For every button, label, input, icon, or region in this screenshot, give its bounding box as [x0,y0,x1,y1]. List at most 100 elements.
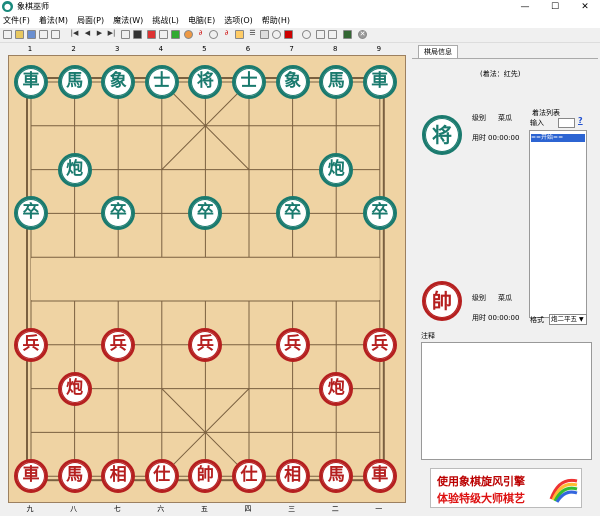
ruler-label: 六 [157,505,165,513]
notes-label: 注释 [421,332,435,340]
copy-icon[interactable] [39,30,48,39]
ruler-label: 七 [113,505,121,513]
menu-file[interactable]: 文件(F) [0,14,36,28]
red-level-label: 级别 [472,294,486,302]
list-icon[interactable]: ☰ [248,30,257,39]
green-piece[interactable]: 士 [232,65,266,99]
menu-help[interactable]: 帮助(H) [259,14,296,28]
green-piece[interactable]: 象 [275,65,310,99]
screen-icon[interactable] [343,30,352,39]
next-move-icon[interactable]: ▶ [95,30,104,39]
help-icon[interactable]: ? [578,116,583,125]
menu-challenge[interactable]: 挑战(L) [149,14,185,28]
timer-icon[interactable] [302,30,311,39]
move-list[interactable]: ==开始== [529,130,587,318]
green-piece[interactable]: 象 [101,65,136,99]
menu-magic[interactable]: 魔法(W) [110,14,149,28]
green-piece[interactable]: 卒 [362,196,397,231]
menu-moves[interactable]: 着法(M) [36,14,74,28]
move-input-field[interactable] [558,118,575,128]
menu-options[interactable]: 选项(O) [221,14,259,28]
book-icon[interactable] [147,30,156,39]
prev-move-icon[interactable]: ◀ [83,30,92,39]
red-piece[interactable]: 相 [275,459,310,494]
format-select-value: 炮二平五 [551,315,577,323]
menu-position[interactable]: 局面(P) [74,14,110,28]
green-piece[interactable]: 炮 [319,152,354,187]
red-piece[interactable]: 仕 [232,459,266,494]
red-piece[interactable]: 馬 [57,459,92,494]
red-piece[interactable]: 兵 [362,327,397,362]
tree-icon[interactable] [159,30,168,39]
stop-icon[interactable]: ∂ [222,30,231,39]
minimize-button[interactable]: — [510,0,540,14]
red-piece[interactable]: 炮 [57,371,92,406]
analyze-icon[interactable]: ∂ [196,30,205,39]
disc-icon[interactable] [209,30,218,39]
green-piece[interactable]: 士 [144,65,179,99]
xiangqi-board[interactable]: 車馬象士将士象馬車炮炮卒卒卒卒卒兵兵兵兵兵炮炮車馬相仕帥仕相馬車 [8,55,406,503]
menu-computer[interactable]: 电脑(E) [185,14,221,28]
red-time-label: 用时 [472,314,486,322]
notes-textarea[interactable] [421,342,592,460]
engine-icon[interactable] [133,30,142,39]
red-piece[interactable]: 仕 [144,459,179,494]
last-move-icon[interactable]: ▶| [107,30,116,39]
red-piece[interactable]: 馬 [319,459,354,494]
print-icon[interactable] [260,30,269,39]
sound-icon[interactable] [316,30,325,39]
red-piece[interactable]: 相 [101,459,136,494]
ruler-label: 二 [331,505,339,513]
palette-icon[interactable] [184,30,193,39]
red-piece[interactable]: 炮 [319,371,354,406]
ruler-label: 五 [200,505,208,513]
resign-icon[interactable] [284,30,293,39]
new-file-icon[interactable] [3,30,12,39]
toolbar: |◀ ◀ ▶ ▶| ∂ ∂ ☰ ✕ [0,28,600,43]
flag-icon[interactable] [272,30,281,39]
green-piece[interactable]: 卒 [101,196,136,231]
exit-icon[interactable]: ✕ [358,30,367,39]
green-piece[interactable]: 将 [188,65,223,99]
red-piece[interactable]: 兵 [275,327,310,362]
hint-icon[interactable] [235,30,244,39]
engine-promo-banner[interactable]: 使用象棋旋风引擎 体验特级大师棋艺 [430,468,582,508]
pieces-layer: 車馬象士将士象馬車炮炮卒卒卒卒卒兵兵兵兵兵炮炮車馬相仕帥仕相馬車 [9,56,405,502]
black-time-value: 00:00:00 [488,134,520,142]
red-piece[interactable]: 帥 [188,459,223,494]
red-piece[interactable]: 兵 [14,327,48,362]
red-piece[interactable]: 兵 [188,327,223,362]
open-file-icon[interactable] [15,30,24,39]
black-time-label: 用时 [472,134,486,142]
move-list-item[interactable]: ==开始== [531,134,585,142]
rainbow-logo-icon [549,478,578,503]
undo-icon[interactable] [121,30,130,39]
maximize-button[interactable]: ☐ [540,0,570,14]
green-piece[interactable]: 馬 [57,65,92,99]
paste-icon[interactable] [51,30,60,39]
board-icon[interactable] [171,30,180,39]
red-piece[interactable]: 車 [362,459,397,494]
save-file-icon[interactable] [27,30,36,39]
green-piece[interactable]: 車 [14,65,48,99]
red-piece[interactable]: 兵 [101,327,136,362]
green-piece[interactable]: 卒 [275,196,310,231]
settings-icon[interactable] [328,30,337,39]
red-player-piece: 帥 [422,281,462,321]
ruler-label: 8 [332,45,338,53]
green-piece[interactable]: 炮 [57,152,92,187]
first-move-icon[interactable]: |◀ [70,30,79,39]
chevron-down-icon: ▼ [579,316,584,323]
tab-divider [412,58,598,59]
ruler-label: 四 [244,505,252,513]
ruler-label: 一 [375,505,383,513]
red-time-value: 00:00:00 [488,314,520,322]
green-piece[interactable]: 卒 [14,196,48,231]
format-select[interactable]: 炮二平五 ▼ [549,314,587,325]
red-piece[interactable]: 車 [14,459,48,494]
tab-game-info[interactable]: 棋局信息 [418,45,458,59]
green-piece[interactable]: 車 [362,65,397,99]
close-button[interactable]: ✕ [570,0,600,14]
green-piece[interactable]: 馬 [319,65,354,99]
green-piece[interactable]: 卒 [188,196,223,231]
